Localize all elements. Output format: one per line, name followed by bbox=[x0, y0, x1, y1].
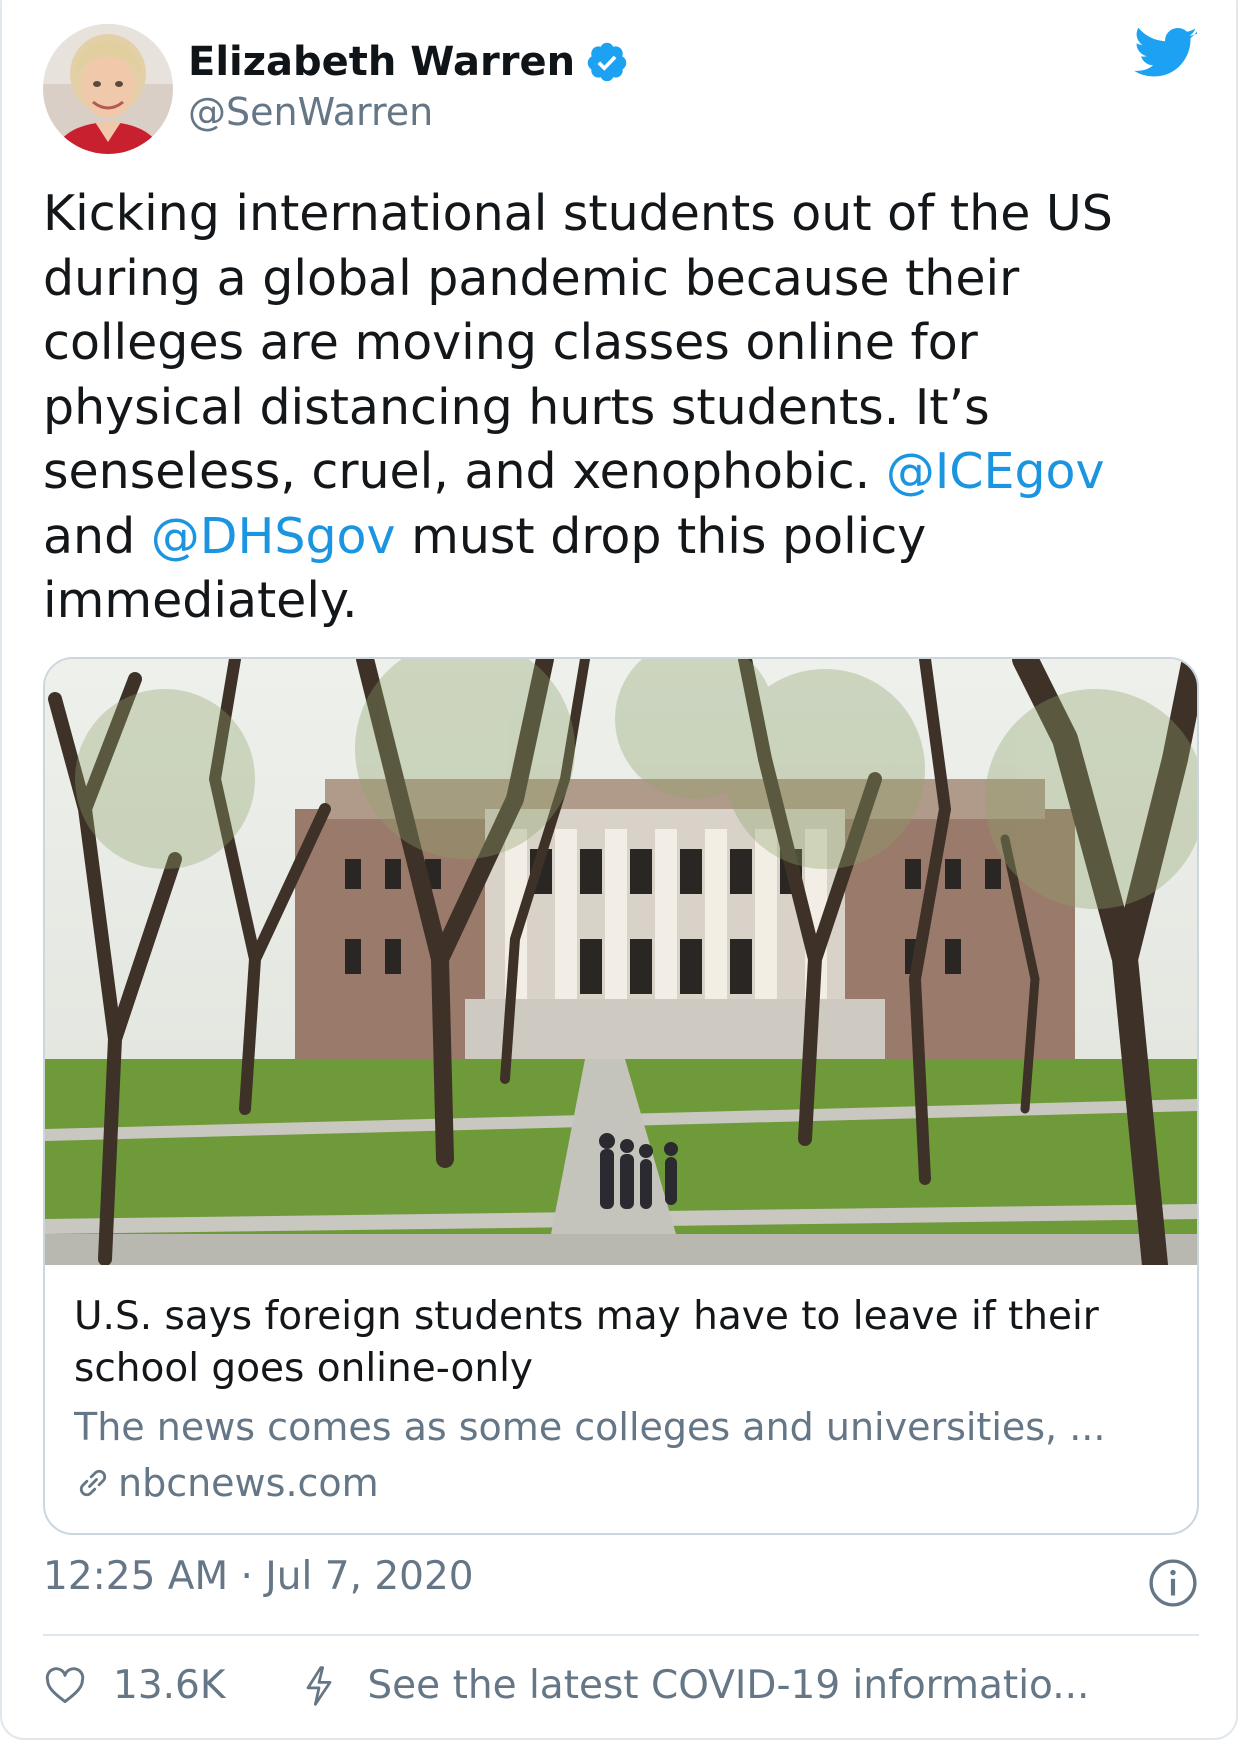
tweet-line-text: must drop this policy bbox=[395, 507, 927, 565]
verified-badge-icon bbox=[587, 42, 627, 82]
link-description: The news comes as some colleges and univ… bbox=[74, 1405, 1106, 1449]
twitter-bird-icon[interactable] bbox=[1134, 26, 1198, 82]
tweet-line: during a global pandemic because their bbox=[43, 249, 1020, 307]
tweet-text: Kicking international students out of th… bbox=[43, 182, 1223, 634]
link-icon bbox=[79, 1469, 107, 1497]
avatar[interactable] bbox=[43, 24, 173, 154]
tweet-line: physical distancing hurts students. It’s bbox=[43, 378, 990, 436]
mention-link-icegov[interactable]: @ICEgov bbox=[886, 443, 1105, 500]
campus-photo bbox=[45, 659, 1197, 1265]
author-name[interactable]: Elizabeth Warren bbox=[188, 38, 575, 86]
like-count[interactable]: 13.6K bbox=[113, 1660, 225, 1712]
tweet-line: and @DHSgov must drop this policy bbox=[43, 505, 1223, 570]
action-bar: 13.6K See the latest COVID-19 informatio… bbox=[43, 1660, 1089, 1712]
link-domain: nbcnews.com bbox=[118, 1461, 379, 1505]
divider bbox=[43, 1634, 1199, 1636]
tweet-line: colleges are moving classes online for bbox=[43, 314, 978, 371]
author-handle[interactable]: @SenWarren bbox=[188, 88, 433, 136]
tweet-line: senseless, cruel, and xenophobic. @ICEgo… bbox=[43, 440, 1223, 505]
tweet-line-text: senseless, cruel, and xenophobic. bbox=[43, 443, 886, 500]
link-preview-card[interactable]: U.S. says foreign students may have to l… bbox=[43, 657, 1199, 1535]
tweet-timestamp[interactable]: 12:25 AM · Jul 7, 2020 bbox=[43, 1551, 474, 1603]
avatar-photo bbox=[43, 24, 173, 154]
tweet-line: Kicking international students out of th… bbox=[43, 185, 1113, 242]
heart-icon[interactable] bbox=[43, 1664, 87, 1708]
bolt-icon bbox=[307, 1666, 332, 1706]
covid-info-link[interactable]: See the latest COVID-19 informatio... bbox=[367, 1660, 1089, 1712]
mention-link-dhsgov[interactable]: @DHSgov bbox=[151, 508, 396, 565]
link-title: U.S. says foreign students may have to l… bbox=[74, 1294, 1099, 1391]
tweet-line-text: and bbox=[43, 507, 151, 565]
info-icon[interactable] bbox=[1148, 1558, 1198, 1608]
tweet-line: immediately. bbox=[43, 572, 358, 629]
author-row: Elizabeth Warren bbox=[188, 38, 629, 86]
link-domain-row: nbcnews.com bbox=[72, 1457, 379, 1509]
